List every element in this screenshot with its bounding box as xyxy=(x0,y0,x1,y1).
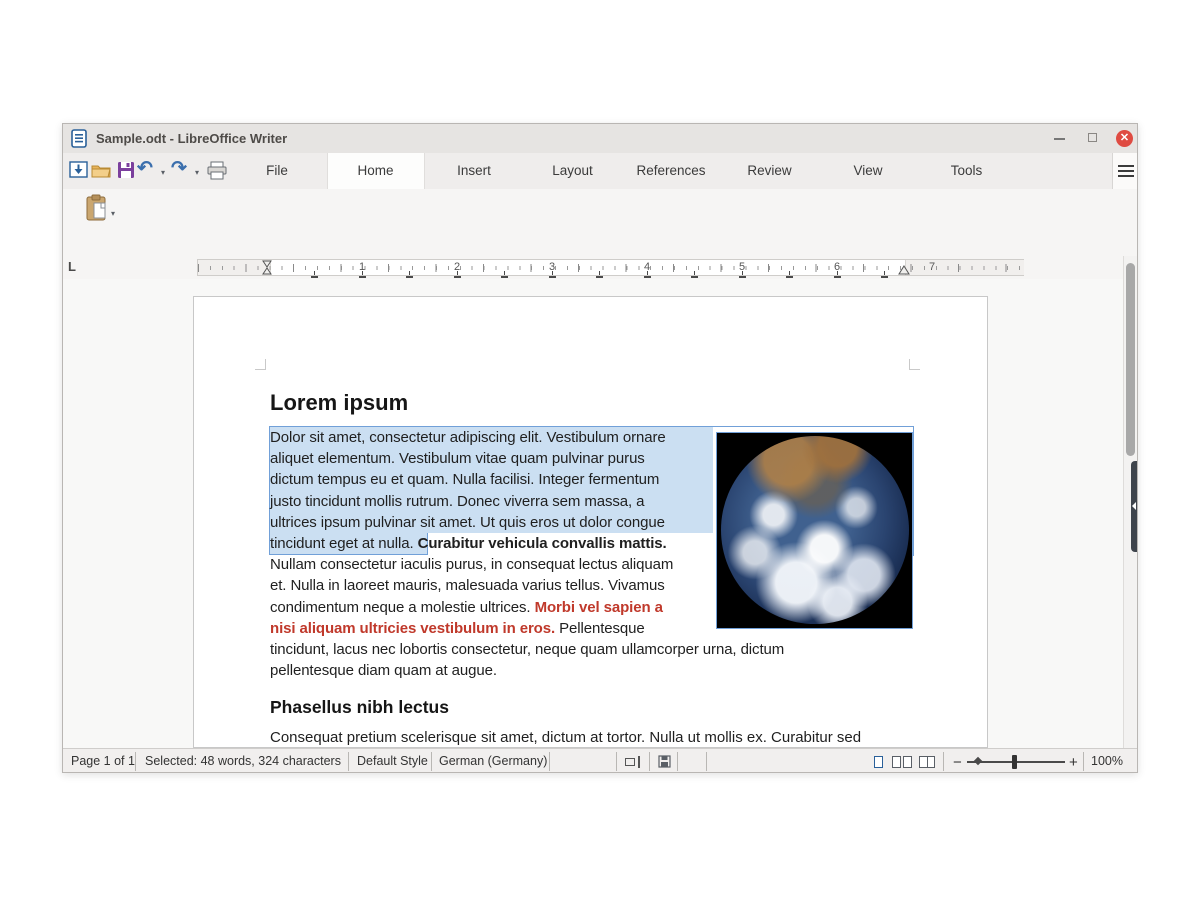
zoom-in-button[interactable]: + xyxy=(1069,754,1078,771)
tab-stop-mark xyxy=(358,271,366,278)
libreoffice-writer-window: Sample.odt - LibreOffice Writer ✕ ↶ ▾ ↷ … xyxy=(62,123,1138,773)
undo-dropdown-icon[interactable]: ▾ xyxy=(161,168,165,177)
text-boundary-corner-left xyxy=(255,359,266,370)
redo-dropdown-icon[interactable]: ▾ xyxy=(195,168,199,177)
insert-mode-icon[interactable] xyxy=(625,758,635,766)
paste-icon[interactable] xyxy=(85,194,109,222)
text-line: Nullam consectetur iaculis purus, in con… xyxy=(270,556,674,573)
text-line: condimentum neque a molestie ultrices. M… xyxy=(270,599,663,616)
text-line: tincidunt eget at nulla. Curabitur vehic… xyxy=(270,535,667,552)
window-title: Sample.odt - LibreOffice Writer xyxy=(96,131,288,146)
earth-globe xyxy=(721,436,909,624)
text-line: justo tincidunt mollis rutrum. Donec viv… xyxy=(270,493,645,510)
tab-stop-mark xyxy=(406,271,413,278)
sidebar-toggle-handle[interactable] xyxy=(1131,461,1137,552)
document-view: Lorem ipsum Dolor sit amet, consectetur … xyxy=(63,279,1123,748)
text-boundary-corner-right xyxy=(909,359,920,370)
text-line: aliquet elementum. Vestibulum vitae quam… xyxy=(270,450,645,467)
undo-icon[interactable]: ↶ xyxy=(137,157,153,180)
main-toolbar: ▾ Paste ✂ Cut Copy Clone A Clear Liberat… xyxy=(63,189,1137,314)
tab-stop-mark xyxy=(881,271,888,278)
tab-view[interactable]: View xyxy=(819,153,917,189)
zoom-slider-tick xyxy=(973,756,983,766)
insert-mode-icon[interactable] xyxy=(638,756,640,768)
single-page-view-icon[interactable] xyxy=(874,756,883,768)
tab-stop-mark xyxy=(548,271,556,278)
zoom-level-value[interactable]: 100% xyxy=(1091,754,1123,768)
tab-stop-mark xyxy=(738,271,746,278)
earth-image[interactable] xyxy=(716,432,913,629)
ruler-row: L 1234567 xyxy=(63,256,1123,279)
minimize-button[interactable] xyxy=(1054,138,1065,140)
multi-page-view-icon[interactable] xyxy=(903,756,912,768)
tab-references[interactable]: References xyxy=(622,153,720,189)
tab-insert[interactable]: Insert xyxy=(425,153,523,189)
tab-type-selector[interactable]: L xyxy=(68,259,76,274)
page-style-status[interactable]: Default Style xyxy=(357,754,428,768)
document-heading1: Lorem ipsum xyxy=(270,390,409,415)
book-view-icon xyxy=(926,756,928,768)
tab-stop-mark xyxy=(311,271,318,278)
multi-page-view-icon[interactable] xyxy=(892,756,901,768)
page-count-status[interactable]: Page 1 of 1 xyxy=(71,754,135,768)
tab-stop-mark xyxy=(453,271,461,278)
paste-dropdown-icon[interactable]: ▾ xyxy=(111,209,115,218)
text-line: Dolor sit amet, consectetur adipiscing e… xyxy=(270,429,666,446)
tab-layout[interactable]: Layout xyxy=(524,153,622,189)
word-count-status[interactable]: Selected: 48 words, 324 characters xyxy=(145,754,341,768)
text-line: pellentesque diam quam at augue. xyxy=(270,662,497,679)
close-button[interactable]: ✕ xyxy=(1116,130,1133,147)
text-line: nisi aliquam ultricies vestibulum in ero… xyxy=(270,620,645,637)
selection-border xyxy=(269,426,914,427)
save-status-icon[interactable] xyxy=(658,755,671,768)
sidebar-arrow-icon xyxy=(1132,502,1136,510)
tab-stop-mark xyxy=(643,271,651,278)
writer-document-icon xyxy=(71,129,89,148)
status-bar: Page 1 of 1 Selected: 48 words, 324 char… xyxy=(63,748,1137,772)
ruler-number: 7 xyxy=(929,261,936,273)
menubar-toggle-icon[interactable] xyxy=(66,157,90,183)
tab-home[interactable]: Home xyxy=(326,153,425,189)
document-page[interactable]: Lorem ipsum Dolor sit amet, consectetur … xyxy=(193,296,988,748)
tab-stop-mark xyxy=(501,271,508,278)
restore-button[interactable] xyxy=(1088,133,1097,142)
tab-stop-mark xyxy=(786,271,793,278)
selection-border xyxy=(913,426,914,556)
scrollbar-thumb[interactable] xyxy=(1126,263,1135,456)
right-margin-marker[interactable] xyxy=(898,265,910,275)
indent-marker[interactable] xyxy=(262,260,272,275)
horizontal-ruler[interactable]: 1234567 xyxy=(197,259,1025,278)
text-line: ultrices ipsum pulvinar sit amet. Ut qui… xyxy=(270,514,665,531)
redo-icon[interactable]: ↷ xyxy=(171,157,187,180)
zoom-slider-handle[interactable] xyxy=(1012,755,1017,769)
text-line: Consequat pretium scelerisque sit amet, … xyxy=(270,729,862,746)
tab-stop-mark xyxy=(691,271,698,278)
text-line: dictum tempus eu et quam. Nulla facilisi… xyxy=(270,471,660,488)
menu-hamburger-icon[interactable] xyxy=(1112,153,1137,189)
tab-file[interactable]: File xyxy=(228,153,326,189)
title-bar: Sample.odt - LibreOffice Writer ✕ xyxy=(63,124,1137,154)
save-icon[interactable] xyxy=(114,157,138,183)
tab-stop-mark xyxy=(833,271,841,278)
text-line: et. Nulla in laoreet mauris, malesuada v… xyxy=(270,577,665,594)
text-line: tincidunt, lacus nec lobortis consectetu… xyxy=(270,641,785,658)
print-icon[interactable] xyxy=(205,157,229,183)
open-icon[interactable] xyxy=(89,157,113,183)
zoom-out-button[interactable]: − xyxy=(953,754,962,771)
language-status[interactable]: German (Germany) xyxy=(439,754,547,768)
tab-stop-mark xyxy=(596,271,603,278)
document-heading2: Phasellus nibh lectus xyxy=(270,697,449,717)
tab-tools[interactable]: Tools xyxy=(918,153,1016,189)
notebookbar-tab-row: ↶ ▾ ↷ ▾ File Home Insert Layout References Re… xyxy=(63,153,1137,190)
tab-review[interactable]: Review xyxy=(721,153,819,189)
